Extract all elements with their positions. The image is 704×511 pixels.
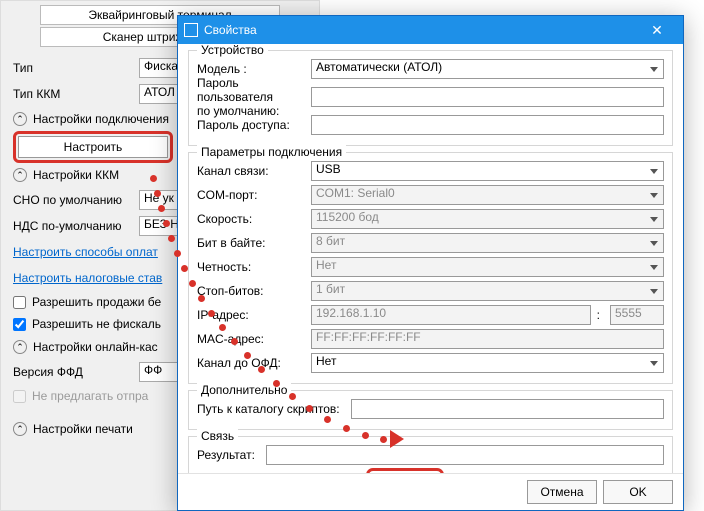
com-port-label: COM-порт:	[197, 188, 307, 202]
channel-label: Канал связи:	[197, 164, 307, 178]
vat-label: НДС по-умолчанию	[13, 219, 133, 233]
sno-label: СНО по умолчанию	[13, 193, 133, 207]
ofd-channel-label: Канал до ОФД:	[197, 356, 307, 370]
result-input[interactable]	[266, 445, 664, 465]
group-link: Связь Результат: Поиск Проверка связи Па…	[188, 436, 673, 473]
bits-label: Бит в байте:	[197, 236, 307, 250]
stop-bits-select: 1 бит	[311, 281, 664, 301]
section-online-label: Настройки онлайн-кас	[33, 340, 158, 354]
model-select[interactable]: Автоматически (АТОЛ)	[311, 59, 664, 79]
section-print-label: Настройки печати	[33, 422, 133, 436]
mac-label: MAC-адрес:	[197, 332, 307, 346]
allow-nonfiscal-label: Разрешить не фискаль	[32, 317, 161, 331]
no-suggest-label: Не предлагать отпра	[32, 389, 148, 403]
group-extra: Дополнительно Путь к каталогу скриптов:	[188, 390, 673, 430]
link-payment-methods[interactable]: Настроить способы оплат	[13, 245, 158, 259]
result-label: Результат:	[197, 448, 262, 462]
mac-input: FF:FF:FF:FF:FF:FF	[311, 329, 664, 349]
close-icon[interactable]: ✕	[637, 16, 677, 44]
allow-sales-checkbox[interactable]	[13, 296, 26, 309]
chevron-up-icon[interactable]: ⌃	[13, 422, 27, 436]
scripts-path-label: Путь к каталогу скриптов:	[197, 402, 347, 416]
chevron-up-icon[interactable]: ⌃	[13, 168, 27, 182]
group-device: Устройство Модель : Автоматически (АТОЛ)…	[188, 50, 673, 146]
ofd-channel-select[interactable]: Нет	[311, 353, 664, 373]
titlebar[interactable]: Свойства ✕	[178, 16, 683, 44]
ffd-label: Версия ФФД	[13, 365, 133, 379]
window-title: Свойства	[204, 23, 637, 37]
section-kkm-label: Настройки ККМ	[33, 168, 119, 182]
group-link-legend: Связь	[197, 429, 238, 443]
colon-separator: :	[597, 308, 600, 322]
link-tax-rates[interactable]: Настроить налоговые став	[13, 271, 162, 285]
allow-sales-label: Разрешить продажи бе	[32, 295, 161, 309]
window-icon	[184, 23, 198, 37]
speed-label: Скорость:	[197, 212, 307, 226]
parity-label: Четность:	[197, 260, 307, 274]
configure-button[interactable]: Настроить	[18, 136, 168, 158]
allow-nonfiscal-checkbox[interactable]	[13, 318, 26, 331]
properties-dialog: Свойства ✕ Устройство Модель : Автоматич…	[177, 15, 684, 511]
user-password-input[interactable]	[311, 87, 664, 107]
ok-button[interactable]: OK	[603, 480, 673, 504]
user-password-label: Пароль пользователяпо умолчанию:	[197, 76, 307, 118]
group-connection-legend: Параметры подключения	[197, 145, 346, 159]
section-connection-label: Настройки подключения	[33, 112, 169, 126]
access-password-input[interactable]	[311, 115, 664, 135]
speed-select: 115200 бод	[311, 209, 664, 229]
access-password-label: Пароль доступа:	[197, 118, 307, 132]
configure-highlight: Настроить	[13, 131, 173, 163]
ip-input: 192.168.1.10	[311, 305, 591, 325]
port-input: 5555	[610, 305, 664, 325]
bits-select: 8 бит	[311, 233, 664, 253]
chevron-up-icon[interactable]: ⌃	[13, 340, 27, 354]
com-port-select: COM1: Serial0	[311, 185, 664, 205]
no-suggest-checkbox	[13, 390, 26, 403]
parity-select: Нет	[311, 257, 664, 277]
kkm-type-label: Тип ККМ	[13, 87, 133, 101]
group-device-legend: Устройство	[197, 44, 268, 57]
model-label: Модель :	[197, 62, 307, 76]
chevron-up-icon[interactable]: ⌃	[13, 112, 27, 126]
stop-bits-label: Стоп-битов:	[197, 284, 307, 298]
group-connection: Параметры подключения Канал связи:USB CO…	[188, 152, 673, 384]
scripts-path-input[interactable]	[351, 399, 664, 419]
channel-select[interactable]: USB	[311, 161, 664, 181]
type-label: Тип	[13, 61, 133, 75]
cancel-button[interactable]: Отмена	[527, 480, 597, 504]
